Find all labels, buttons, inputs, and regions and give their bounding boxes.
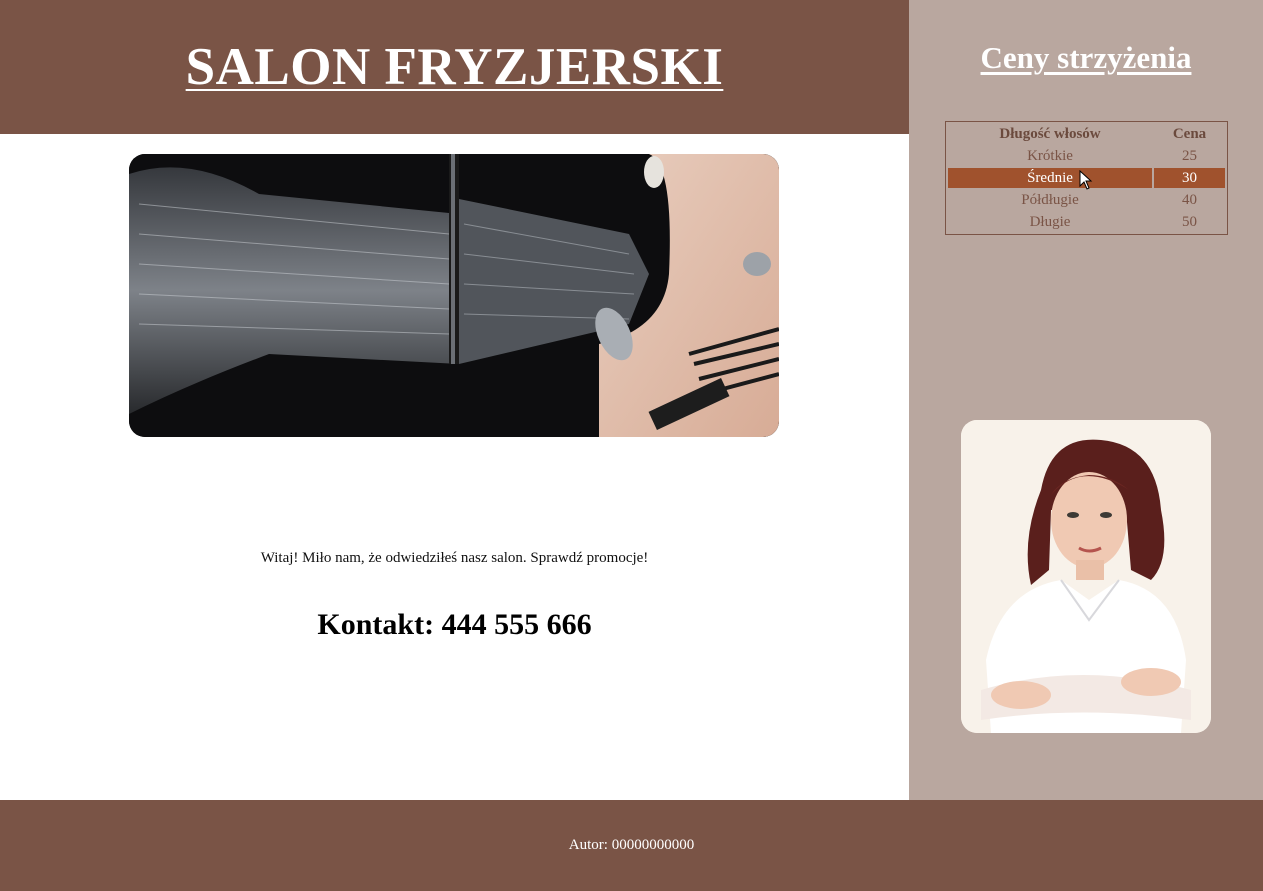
contact-phone: Kontakt: 444 555 666 [317,608,592,641]
price-cell: 50 [1182,213,1197,230]
hair-length-cell: Półdługie [1021,191,1079,208]
portrait-photo [961,420,1211,733]
price-list-title: Ceny strzyżenia [980,40,1192,75]
column-header-hair-length: Długość włosów [999,125,1101,142]
price-cell: 30 [1154,168,1225,188]
price-cell: 25 [1182,147,1197,164]
site-footer: Autor: 00000000000 [0,800,1263,891]
site-header: SALON FRYZJERSKI [0,0,909,134]
hair-length-cell: Średnie [948,168,1152,188]
author-text: Autor: 00000000000 [568,837,695,853]
table-row[interactable]: Długie 50 [948,212,1225,232]
sidebar: Ceny strzyżenia Długość włosów Cena Krót… [909,0,1263,800]
welcome-message: Witaj! Miło nam, że odwiedziłeś nasz sal… [260,550,649,566]
price-cell: 40 [1182,191,1197,208]
column-header-price: Cena [1172,125,1207,142]
main-content: Witaj! Miło nam, że odwiedziłeś nasz sal… [0,134,909,800]
hair-length-cell: Krótkie [1027,147,1073,164]
hero-image-haircut [129,154,779,437]
price-table-header-row: Długość włosów Cena [948,124,1225,144]
hairdresser-portrait [961,420,1211,733]
table-row[interactable]: Półdługie 40 [948,190,1225,210]
hero-photo [129,154,779,437]
mouse-cursor-icon [1079,170,1093,190]
hair-length-cell: Długie [1029,213,1071,230]
table-row[interactable]: Krótkie 25 [948,146,1225,166]
site-title: SALON FRYZJERSKI [185,38,724,96]
